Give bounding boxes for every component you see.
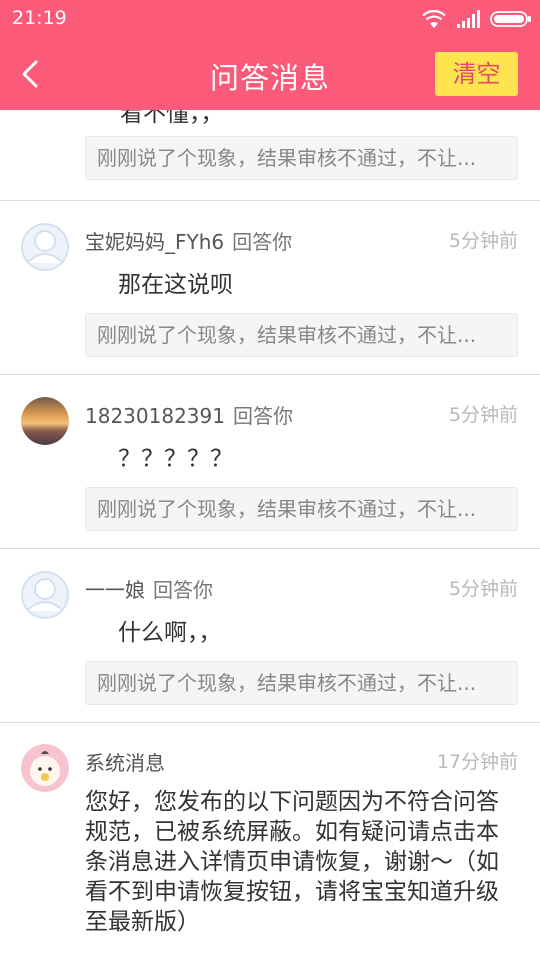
reply-label: 回答你 bbox=[232, 404, 293, 428]
quoted-question[interactable]: 刚刚说了个现象，结果审核不通过，不让... bbox=[85, 661, 518, 705]
timestamp: 5分钟前 bbox=[448, 404, 518, 426]
reply-label: 回答你 bbox=[232, 230, 293, 254]
default-avatar-icon[interactable] bbox=[21, 571, 69, 619]
timestamp: 17分钟前 bbox=[436, 751, 518, 773]
status-time: 21:19 bbox=[12, 7, 67, 29]
quoted-question[interactable]: 刚刚说了个现象，结果审核不通过，不让... bbox=[85, 313, 518, 357]
baby-avatar-icon[interactable] bbox=[21, 744, 69, 792]
answer-text: ？？？？？ bbox=[118, 446, 233, 472]
quoted-question[interactable]: 刚刚说了个现象，结果审核不通过，不让... bbox=[85, 136, 518, 180]
message-list[interactable]: 看不懂，， 刚刚说了个现象，结果审核不通过，不让... 宝妮妈妈_FYh6 回答你… bbox=[0, 110, 540, 960]
app-header: 21:19 问答消息 清空 bbox=[0, 0, 540, 110]
system-message-item[interactable]: 系统消息 17分钟前 您好，您发布的以下问题因为不符合问答规范，已被系统屏蔽。如… bbox=[0, 722, 540, 960]
clear-button[interactable]: 清空 bbox=[435, 52, 518, 96]
system-message-text: 您好，您发布的以下问题因为不符合问答规范，已被系统屏蔽。如有疑问请点击本条消息进… bbox=[85, 789, 499, 935]
answer-text: 那在这说呗 bbox=[118, 272, 233, 298]
status-bar: 21:19 bbox=[0, 0, 540, 38]
battery-icon bbox=[490, 11, 531, 27]
wifi-icon bbox=[422, 10, 446, 28]
sender-line: 宝妮妈妈_FYh6 回答你 bbox=[85, 226, 292, 255]
quoted-question[interactable]: 刚刚说了个现象，结果审核不通过，不让... bbox=[85, 487, 518, 531]
answer-text: 看不懂，， bbox=[120, 110, 224, 127]
sender-name: 系统消息 bbox=[85, 751, 165, 775]
timestamp: 5分钟前 bbox=[448, 230, 518, 252]
sender-line: 一一娘 回答你 bbox=[85, 574, 213, 603]
sender-name[interactable]: 一一娘 bbox=[85, 578, 145, 602]
list-item[interactable]: 一一娘 回答你 5分钟前 什么啊，， 刚刚说了个现象，结果审核不通过，不让... bbox=[0, 549, 540, 723]
list-item[interactable]: 看不懂，， 刚刚说了个现象，结果审核不通过，不让... bbox=[0, 110, 540, 201]
list-item[interactable]: 18230182391 回答你 5分钟前 ？？？？？ 刚刚说了个现象，结果审核不通… bbox=[0, 375, 540, 549]
sender-line: 18230182391 回答你 bbox=[85, 400, 293, 429]
sender-name[interactable]: 宝妮妈妈_FYh6 bbox=[85, 230, 224, 254]
title-bar: 问答消息 清空 bbox=[0, 38, 540, 110]
list-item[interactable]: 宝妮妈妈_FYh6 回答你 5分钟前 那在这说呗 刚刚说了个现象，结果审核不通过，… bbox=[0, 201, 540, 375]
answer-text: 什么啊，， bbox=[118, 620, 222, 646]
signal-icon bbox=[457, 10, 480, 28]
sender-name[interactable]: 18230182391 bbox=[85, 404, 225, 428]
timestamp: 5分钟前 bbox=[448, 578, 518, 600]
sunset-avatar-icon[interactable] bbox=[21, 397, 69, 445]
default-avatar-icon[interactable] bbox=[21, 223, 69, 271]
reply-label: 回答你 bbox=[153, 578, 213, 602]
